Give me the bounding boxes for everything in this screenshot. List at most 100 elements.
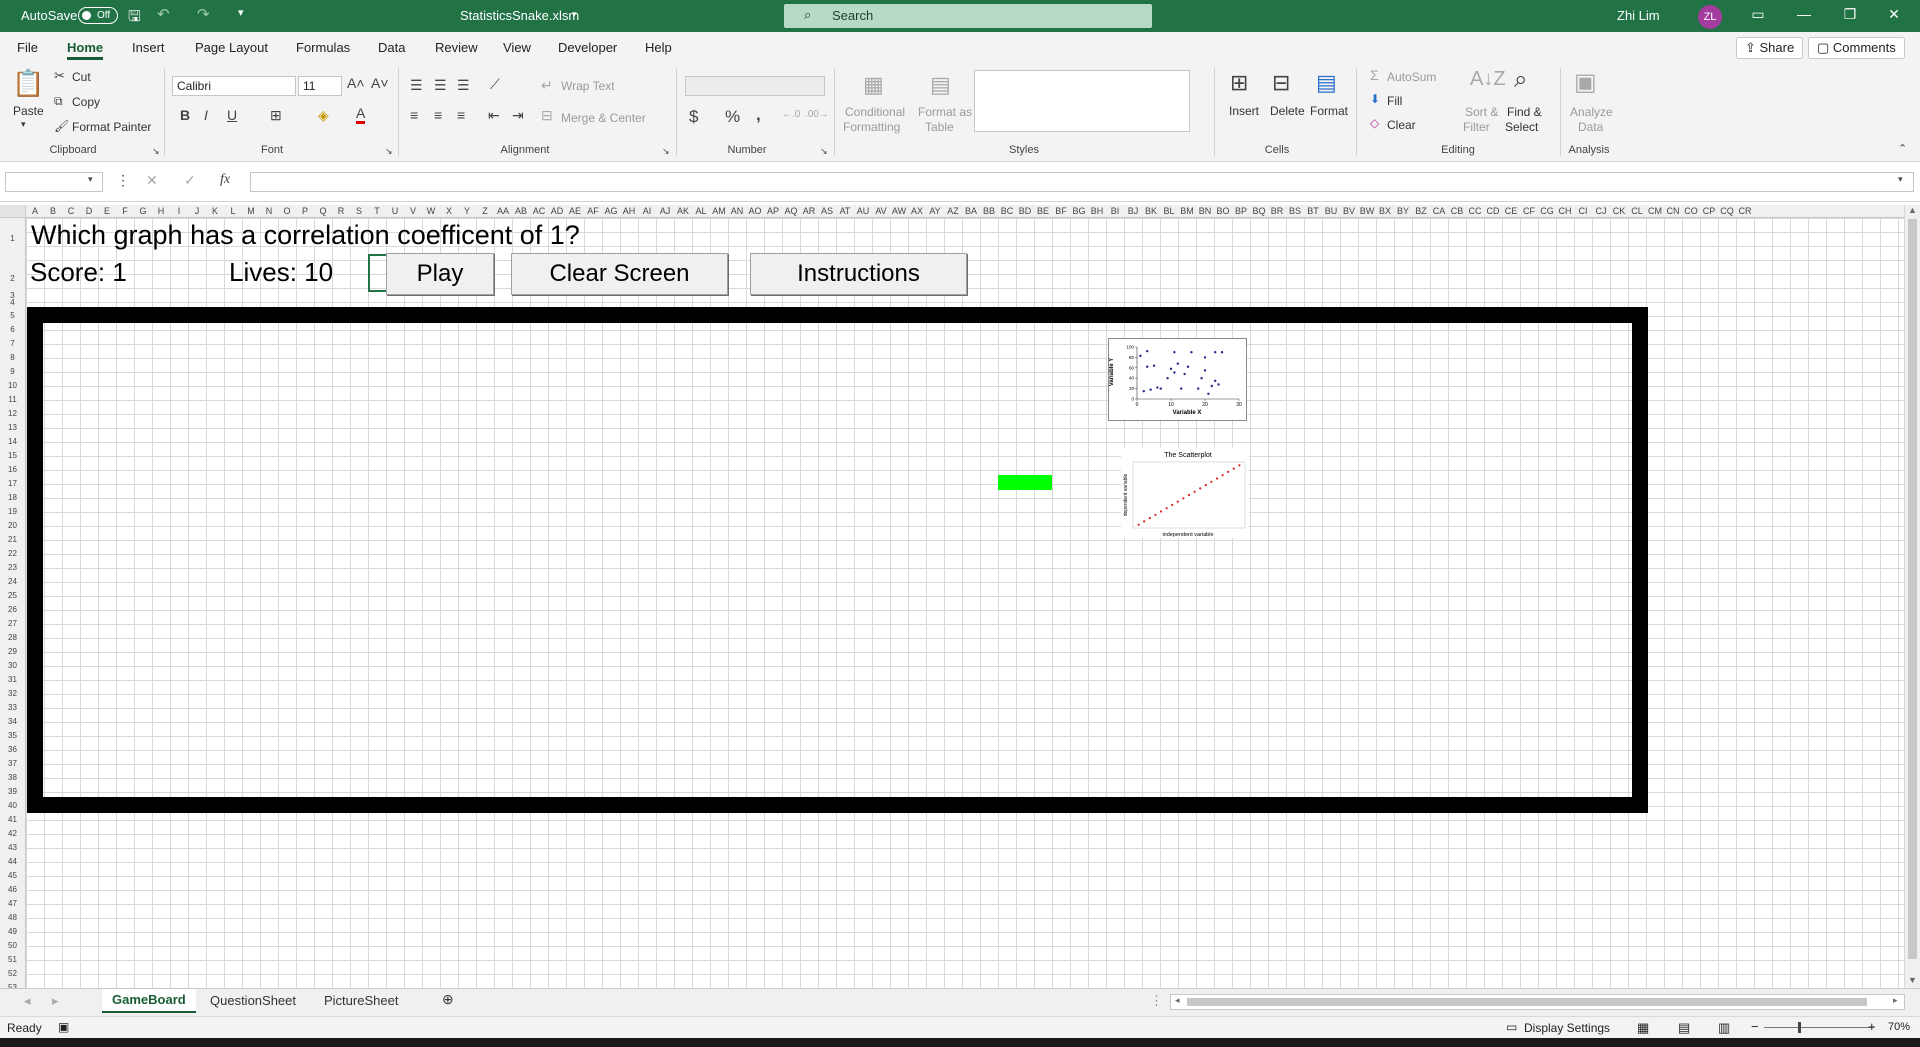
column-header[interactable]: N xyxy=(260,206,278,216)
row-header[interactable]: 15 xyxy=(0,451,25,460)
column-header[interactable]: CO xyxy=(1682,206,1700,216)
sort-filter-button-2[interactable]: Filter xyxy=(1463,120,1490,134)
column-header[interactable]: AQ xyxy=(782,206,800,216)
column-header[interactable]: AI xyxy=(638,206,656,216)
row-header[interactable]: 48 xyxy=(0,913,25,922)
column-header[interactable]: AC xyxy=(530,206,548,216)
column-header[interactable]: AT xyxy=(836,206,854,216)
conditional-formatting-icon[interactable]: ▦ xyxy=(863,72,884,98)
expand-formula-bar-icon[interactable]: ▾ xyxy=(1898,174,1903,185)
column-header[interactable]: AA xyxy=(494,206,512,216)
row-header[interactable]: 38 xyxy=(0,773,25,782)
fill-color-icon[interactable]: ◈ xyxy=(318,107,329,124)
column-header[interactable]: F xyxy=(116,206,134,216)
restore-icon[interactable]: ❐ xyxy=(1840,6,1860,26)
row-header[interactable]: 37 xyxy=(0,759,25,768)
column-header[interactable]: M xyxy=(242,206,260,216)
tab-formulas[interactable]: Formulas xyxy=(296,40,350,55)
italic-button[interactable]: I xyxy=(204,107,208,123)
paste-chevron-icon[interactable]: ▾ xyxy=(21,119,26,130)
increase-font-icon[interactable]: A˄ xyxy=(347,75,365,91)
column-header[interactable]: W xyxy=(422,206,440,216)
column-header[interactable]: CQ xyxy=(1718,206,1736,216)
name-box-chevron-icon[interactable]: ▾ xyxy=(88,174,93,185)
confirm-entry-icon[interactable]: ✓ xyxy=(184,172,196,189)
column-header[interactable]: D xyxy=(80,206,98,216)
align-center-icon[interactable]: ≡ xyxy=(434,107,442,123)
zoom-slider-thumb[interactable] xyxy=(1798,1022,1801,1033)
row-header[interactable]: 8 xyxy=(0,353,25,362)
next-sheet-icon[interactable]: ▸ xyxy=(52,993,59,1009)
scatter-chart-linear[interactable]: The Scatterplot dependent variable indep… xyxy=(1121,448,1249,538)
tab-review[interactable]: Review xyxy=(435,40,478,55)
number-launcher-icon[interactable]: ↘ xyxy=(820,146,828,157)
currency-button[interactable]: $ xyxy=(689,107,698,127)
format-as-table-button[interactable]: Format as xyxy=(918,105,972,119)
column-header[interactable]: H xyxy=(152,206,170,216)
column-header[interactable]: A xyxy=(26,206,44,216)
column-header[interactable]: BN xyxy=(1196,206,1214,216)
prev-sheet-icon[interactable]: ◂ xyxy=(24,993,31,1009)
column-header[interactable]: V xyxy=(404,206,422,216)
number-format-select[interactable] xyxy=(685,76,825,96)
delete-cells-button[interactable]: Delete xyxy=(1270,104,1305,118)
row-header[interactable]: 36 xyxy=(0,745,25,754)
format-painter-button[interactable]: Format Painter xyxy=(72,120,151,134)
instructions-button[interactable]: Instructions xyxy=(750,253,967,295)
autosum-icon[interactable]: Σ xyxy=(1370,67,1379,83)
row-header[interactable]: 39 xyxy=(0,787,25,796)
scroll-right-icon[interactable]: ▸ xyxy=(1893,995,1898,1006)
cut-icon[interactable]: ✂ xyxy=(54,68,65,84)
font-size-select[interactable]: 11 xyxy=(298,76,342,96)
cell-styles-gallery[interactable] xyxy=(974,70,1190,132)
column-header[interactable]: Q xyxy=(314,206,332,216)
insert-function-button[interactable]: fx xyxy=(220,172,230,188)
top-align-icon[interactable]: ☰ xyxy=(410,77,423,94)
column-header[interactable]: Y xyxy=(458,206,476,216)
row-header[interactable]: 13 xyxy=(0,423,25,432)
row-header[interactable]: 45 xyxy=(0,871,25,880)
column-header[interactable]: BT xyxy=(1304,206,1322,216)
column-header[interactable]: AY xyxy=(926,206,944,216)
clear-screen-button[interactable]: Clear Screen xyxy=(511,253,728,295)
horizontal-scrollbar[interactable]: ◂ ▸ xyxy=(1170,994,1905,1010)
page-break-view-icon[interactable]: ▥ xyxy=(1718,1020,1730,1036)
row-header[interactable]: 18 xyxy=(0,493,25,502)
add-sheet-icon[interactable]: ⊕ xyxy=(442,991,454,1008)
row-header[interactable]: 42 xyxy=(0,829,25,838)
scroll-left-icon[interactable]: ◂ xyxy=(1175,995,1180,1006)
column-header[interactable]: CA xyxy=(1430,206,1448,216)
column-header[interactable]: T xyxy=(368,206,386,216)
orientation-icon[interactable]: ⟋ xyxy=(490,76,500,93)
borders-icon[interactable]: ⊞ xyxy=(270,107,282,124)
column-header[interactable]: U xyxy=(386,206,404,216)
font-launcher-icon[interactable]: ↘ xyxy=(385,146,393,157)
fill-icon[interactable]: ⬇ xyxy=(1370,92,1380,106)
percent-button[interactable]: % xyxy=(725,107,740,127)
avatar[interactable]: ZL xyxy=(1698,5,1722,29)
column-header[interactable]: C xyxy=(62,206,80,216)
format-cells-button[interactable]: Format xyxy=(1310,104,1348,118)
font-color-icon[interactable]: A xyxy=(356,106,366,124)
column-header[interactable]: CG xyxy=(1538,206,1556,216)
row-header[interactable]: 24 xyxy=(0,577,25,586)
zoom-out-icon[interactable]: − xyxy=(1751,1019,1759,1034)
horizontal-scroll-thumb[interactable] xyxy=(1187,998,1867,1006)
column-header[interactable]: BM xyxy=(1178,206,1196,216)
row-header[interactable]: 31 xyxy=(0,675,25,684)
lives-cell[interactable]: Lives: 10 xyxy=(229,257,333,288)
row-header[interactable]: 51 xyxy=(0,955,25,964)
redo-icon[interactable]: ↷ xyxy=(197,5,210,23)
column-header[interactable]: AK xyxy=(674,206,692,216)
find-select-button[interactable]: Find & xyxy=(1507,105,1542,119)
column-header[interactable]: BR xyxy=(1268,206,1286,216)
column-header[interactable]: BO xyxy=(1214,206,1232,216)
column-header[interactable]: AG xyxy=(602,206,620,216)
column-header[interactable]: R xyxy=(332,206,350,216)
row-header[interactable]: 34 xyxy=(0,717,25,726)
column-header[interactable]: K xyxy=(206,206,224,216)
format-cells-icon[interactable]: ▤ xyxy=(1316,70,1337,96)
row-header[interactable]: 44 xyxy=(0,857,25,866)
column-header[interactable]: BS xyxy=(1286,206,1304,216)
column-header[interactable]: CI xyxy=(1574,206,1592,216)
